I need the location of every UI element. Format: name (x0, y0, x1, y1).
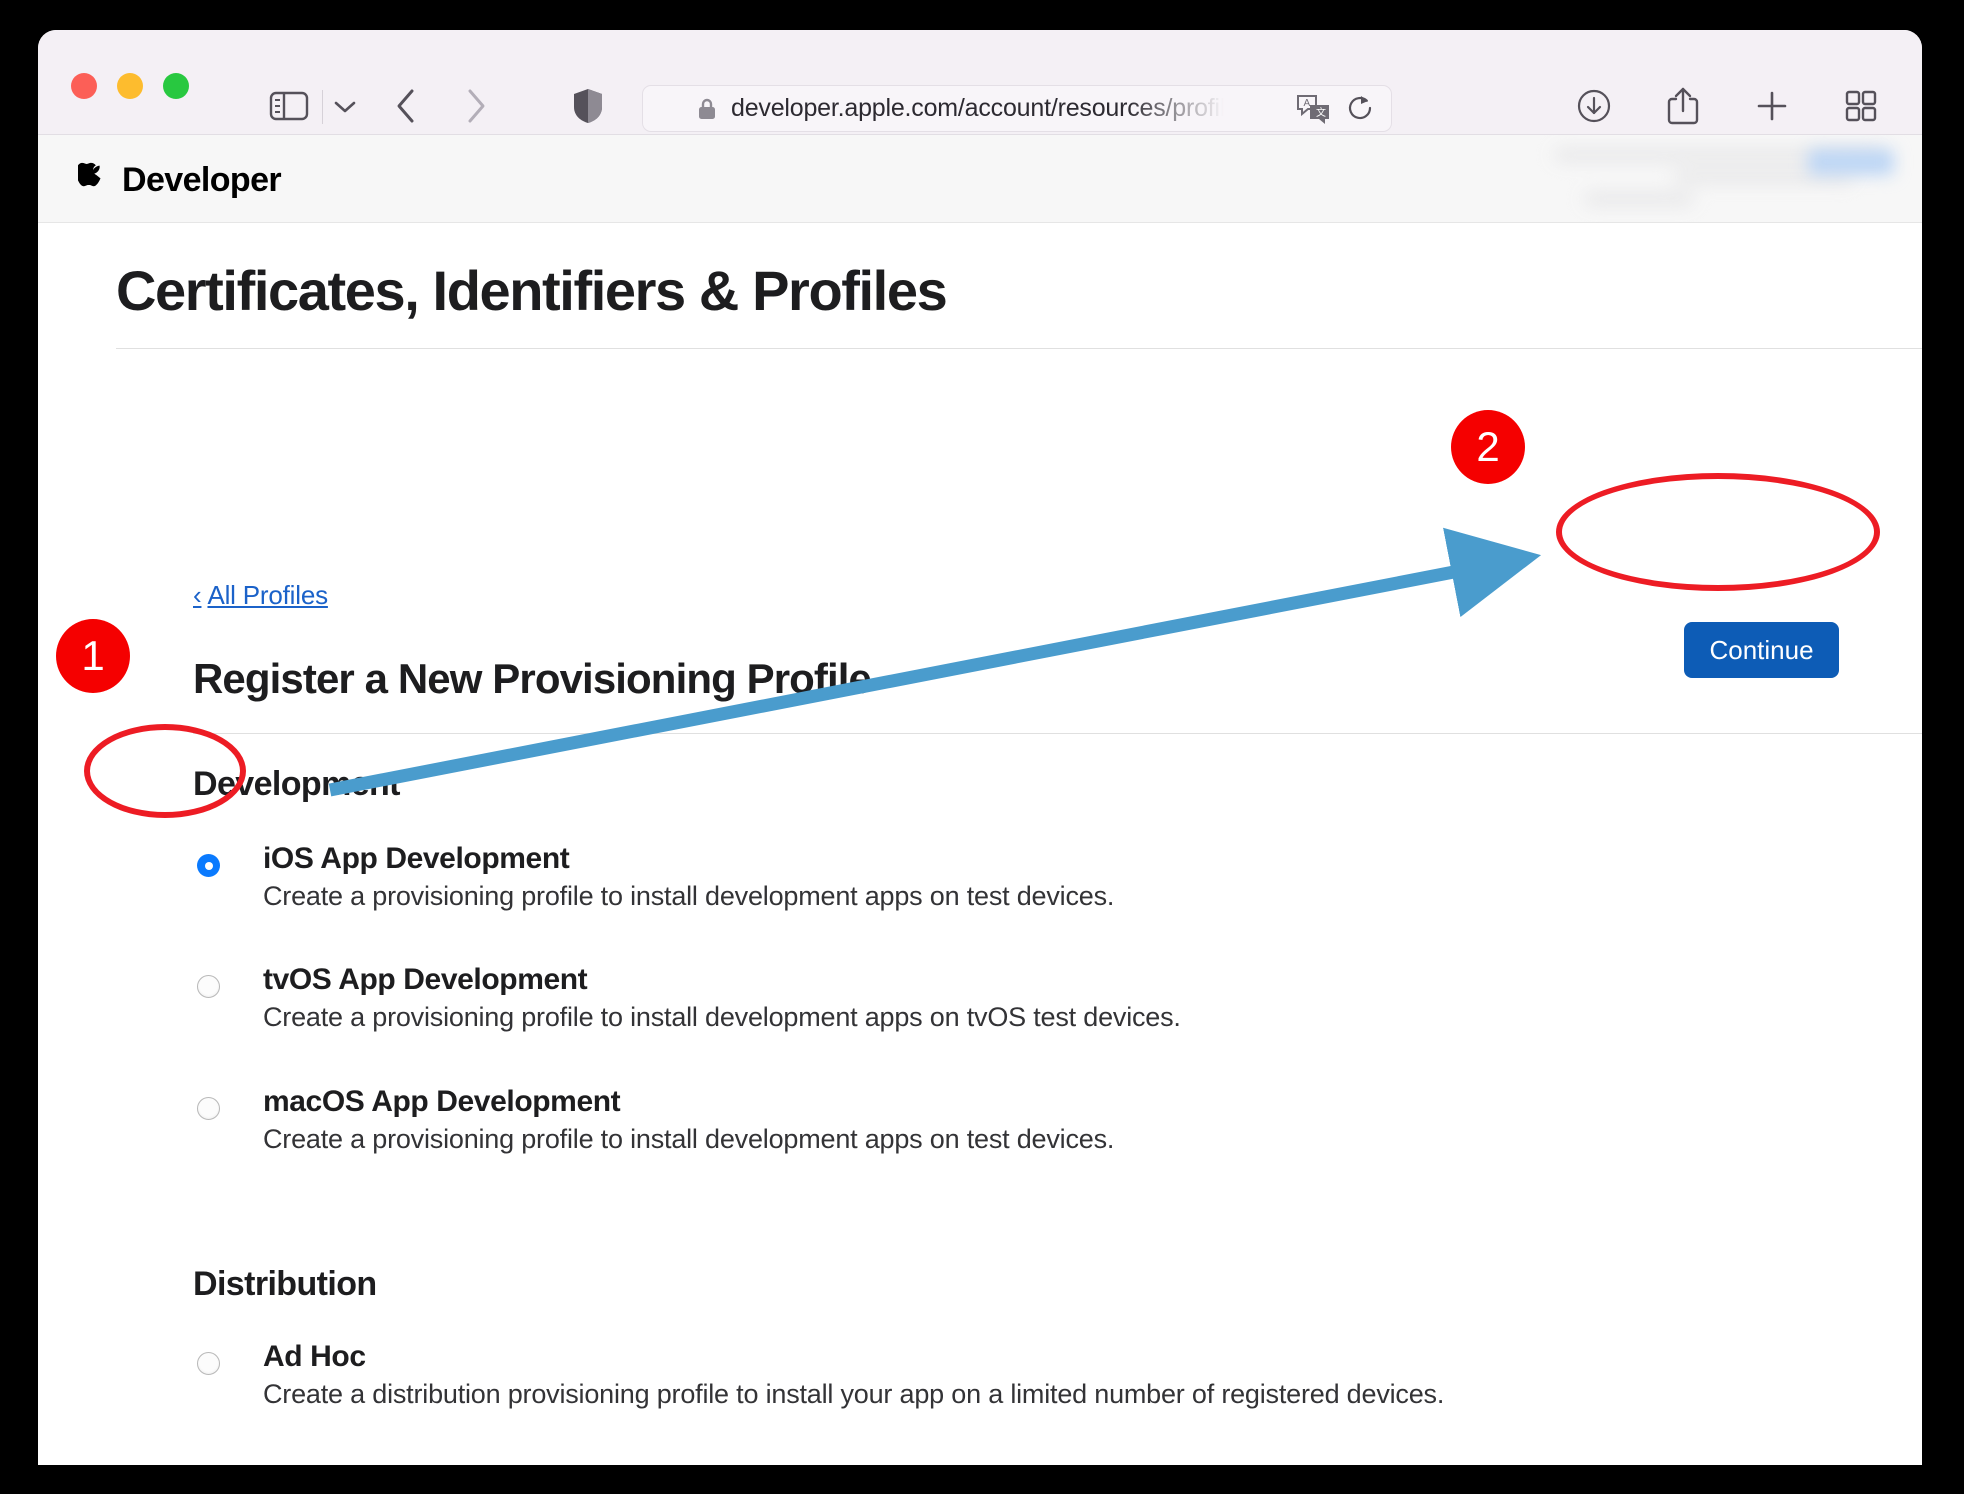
annotation-arrow (328, 527, 1542, 797)
screenshot-root: developer.apple.com/account/resources/pr… (0, 0, 1964, 1494)
